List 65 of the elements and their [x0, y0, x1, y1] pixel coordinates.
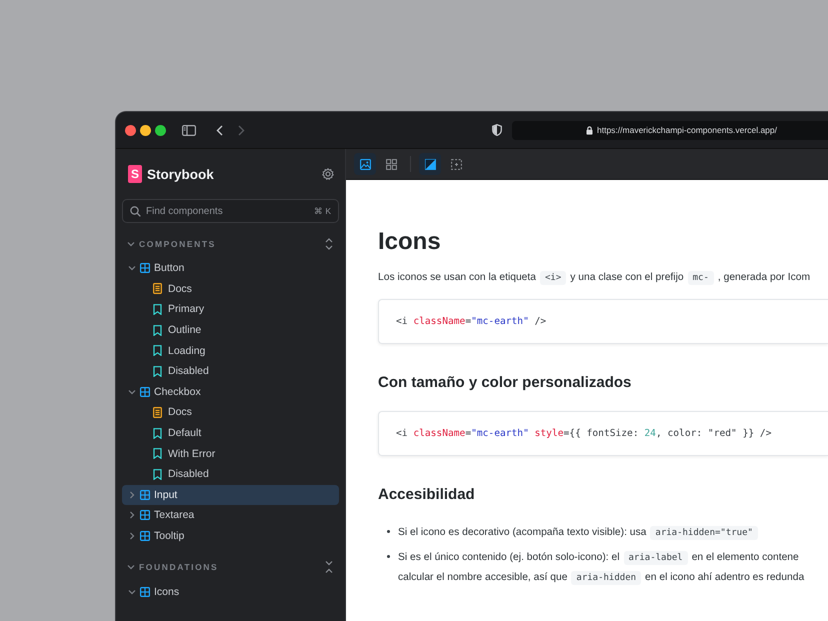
tree-item[interactable]: Docs — [122, 402, 339, 423]
bullet-icon — [387, 530, 390, 533]
section-header[interactable]: COMPONENTS — [127, 239, 324, 249]
bookmark-icon — [153, 366, 162, 377]
section-heading: Accesibilidad — [378, 486, 476, 504]
tree-item[interactable]: Textarea — [122, 505, 339, 526]
address-bar[interactable]: https://maverickchampi-components.vercel.app/ — [512, 120, 828, 140]
search-field[interactable]: Find components — [146, 206, 309, 216]
toolbar-button[interactable] — [419, 153, 441, 175]
bookmark-icon — [153, 448, 162, 460]
tree-item[interactable]: Loading — [122, 340, 339, 361]
window-minimize-button[interactable] — [140, 124, 151, 136]
component-icon — [140, 386, 150, 397]
dashed-square-icon — [450, 158, 462, 170]
image-icon — [360, 158, 370, 170]
tree-item[interactable]: Input — [122, 484, 339, 506]
component-icon — [140, 586, 150, 597]
tree-item[interactable]: Primary — [122, 299, 339, 320]
bookmark-icon — [153, 428, 162, 439]
grid-icon — [386, 158, 396, 170]
tree-item[interactable]: Checkbox — [122, 382, 339, 402]
tree-item[interactable]: Button — [122, 258, 339, 279]
sidebar-toggle-icon[interactable] — [182, 124, 196, 136]
bookmark-icon — [153, 324, 162, 336]
tree-item[interactable]: Icons — [122, 581, 339, 602]
bookmark-icon — [153, 345, 162, 356]
search-field[interactable]: Find components ⌘ K — [122, 199, 339, 223]
tree-item[interactable]: Tooltip — [122, 526, 339, 546]
bullet-icon — [387, 555, 390, 558]
paragraph: Los iconos se usan con la etiqueta <i> y una clase con el prefijo mc- , generada por Icom — [378, 270, 812, 286]
list-item-text: Si es el único contenido (ej. botón solo-icono): el aria-label en el elemento contene calcular el nombre accesible, así que aria-hidden en el icono ahí adentro es redunda — [398, 550, 804, 587]
component-icon — [140, 510, 150, 520]
code-block: <i className="mc-earth" style={{ fontSize: 24, color: "red" }} /> — [378, 411, 828, 456]
component-icon — [140, 263, 150, 274]
document-icon — [153, 283, 162, 294]
window-zoom-button[interactable] — [155, 124, 166, 136]
list-item-text: Si el icono es decorativo (acompaña texto visible): usa aria-hidden="true" — [398, 523, 762, 543]
expand-all-icon[interactable] — [324, 237, 334, 251]
page-heading: Icons — [378, 228, 442, 256]
storybook-logo: S — [128, 165, 142, 183]
bookmark-icon — [153, 468, 162, 480]
document-icon — [153, 406, 162, 418]
code-block: <i className="mc-earth" /> — [378, 299, 828, 344]
settings-icon[interactable] — [322, 168, 334, 180]
tree-item[interactable]: Disabled — [122, 464, 339, 485]
section-heading: Con tamaño y color personalizados — [378, 374, 632, 392]
shield-icon[interactable] — [492, 124, 502, 136]
tree-item[interactable]: Disabled — [122, 360, 339, 382]
component-icon — [140, 531, 150, 542]
collapse-all-icon[interactable] — [324, 560, 334, 574]
tree-item[interactable]: Default — [122, 422, 339, 444]
lock-icon — [586, 126, 593, 134]
tree-item[interactable]: Outline — [122, 320, 339, 340]
app-title: Storybook — [147, 166, 215, 182]
keyboard-shortcut: ⌘ K — [314, 206, 331, 216]
component-icon — [140, 490, 150, 500]
tree-item[interactable]: Docs — [122, 278, 339, 300]
back-chevron-icon[interactable] — [216, 124, 223, 136]
tree-item[interactable]: With Error — [122, 443, 339, 464]
contrast-icon — [424, 158, 436, 170]
section-header[interactable]: FOUNDATIONS — [127, 562, 324, 572]
toolbar-button[interactable] — [354, 153, 376, 175]
bookmark-icon — [153, 304, 162, 315]
search-icon — [130, 206, 141, 216]
window-close-button[interactable] — [125, 124, 136, 136]
